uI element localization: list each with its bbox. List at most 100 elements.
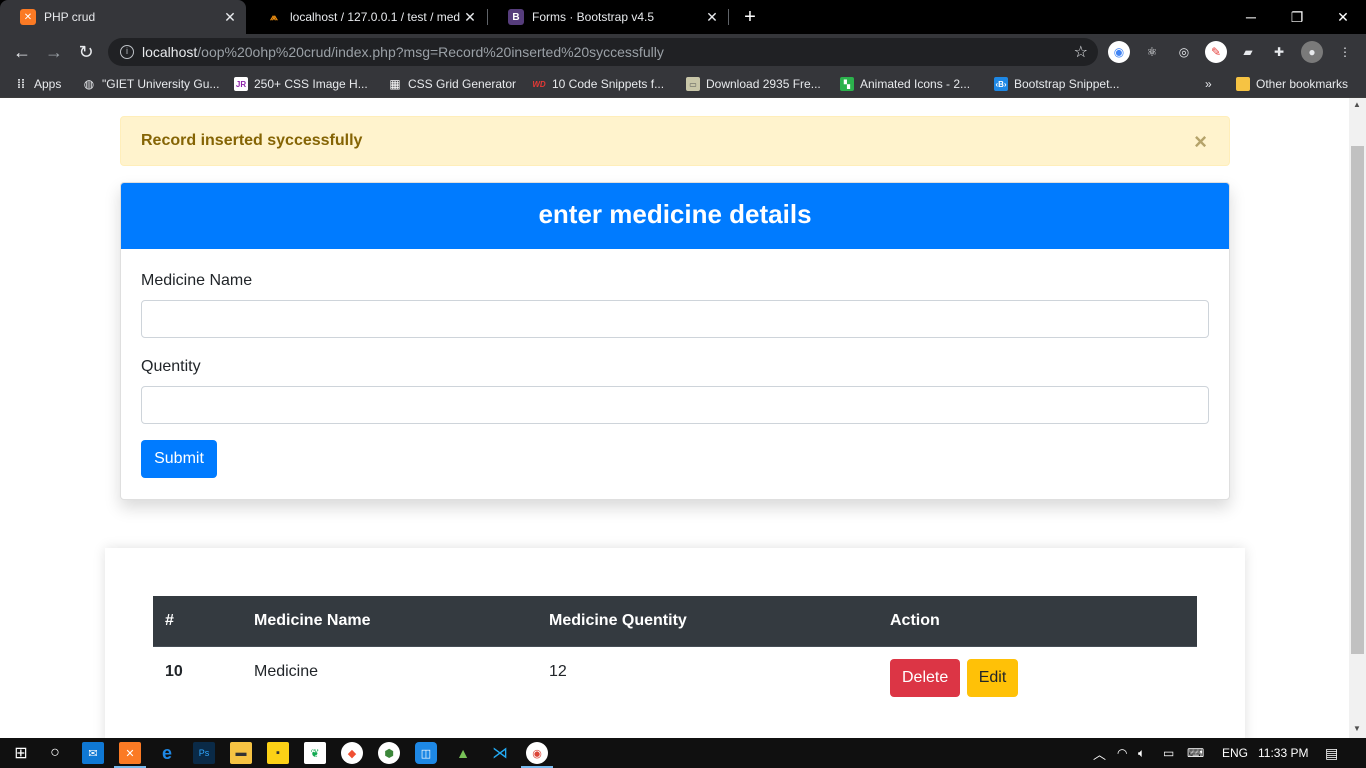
- bookmarks-overflow-button[interactable]: »: [1205, 76, 1212, 92]
- quantity-label: Quentity: [141, 358, 201, 375]
- row-medicine-name: Medicine: [254, 662, 319, 680]
- bookmark-animated-icons[interactable]: ▚ Animated Icons - 2...: [840, 76, 970, 92]
- browser-toolbar: ← → ↻ i localhost/oop%20ohp%20crud/index…: [0, 34, 1366, 70]
- jr-icon: JR: [234, 77, 248, 91]
- url-path: /oop%20ohp%20crud/index.php?msg=Record%2…: [197, 44, 664, 60]
- screen-extension-icon[interactable]: ▰: [1237, 41, 1259, 63]
- browser-tab-strip: ✕ PHP crud ✕ ⩕ localhost / 127.0.0.1 / t…: [0, 0, 1366, 34]
- column-header-quantity: Medicine Quentity: [537, 596, 878, 647]
- tray-chevron-icon[interactable]: ︿: [1093, 738, 1106, 768]
- bookmark-label: Download 2935 Fre...: [706, 77, 821, 91]
- profile-avatar-icon[interactable]: ●: [1301, 41, 1323, 63]
- cortana-icon[interactable]: ○: [44, 742, 66, 764]
- medicine-table-card: # Medicine Name Medicine Quentity Action…: [105, 548, 1245, 738]
- table-header-row: # Medicine Name Medicine Quentity Action: [153, 596, 1197, 647]
- close-icon[interactable]: ✕: [220, 9, 240, 26]
- extension-circle-icon[interactable]: ◉: [1108, 41, 1130, 63]
- back-arrow-icon[interactable]: ←: [10, 40, 34, 64]
- page-viewport: Record inserted syccessfully × enter med…: [0, 98, 1349, 738]
- row-actions: Delete Edit: [878, 646, 1197, 697]
- bookmark-bootstrap-snippets[interactable]: ‹B› Bootstrap Snippet...: [994, 76, 1119, 92]
- tab-php-crud[interactable]: ✕ PHP crud ✕: [0, 0, 246, 34]
- alert-message: Record inserted syccessfully: [141, 132, 363, 149]
- mongodb-icon[interactable]: ❦: [304, 742, 326, 764]
- notifications-icon[interactable]: ▤: [1325, 738, 1338, 768]
- volume-icon[interactable]: 🔈︎: [1138, 738, 1145, 768]
- tab-title: Forms · Bootstrap v4.5: [532, 10, 655, 24]
- battery-icon[interactable]: ▭: [1163, 738, 1174, 768]
- bookmark-label: Bootstrap Snippet...: [1014, 77, 1120, 91]
- medicine-table: # Medicine Name Medicine Quentity Action…: [153, 596, 1197, 697]
- menu-kebab-icon[interactable]: ⋮: [1334, 41, 1356, 63]
- keyboard-icon[interactable]: ⌨: [1187, 738, 1204, 768]
- vscode-icon[interactable]: ⋊: [489, 742, 511, 764]
- edit-button[interactable]: Edit: [966, 658, 1019, 697]
- tab-phpmyadmin[interactable]: ⩕ localhost / 127.0.0.1 / test / medi ✕: [246, 0, 486, 34]
- node-icon[interactable]: ⬢: [378, 742, 400, 764]
- puzzle-extensions-icon[interactable]: ✚: [1268, 41, 1290, 63]
- delete-button[interactable]: Delete: [890, 658, 961, 697]
- react-devtools-icon[interactable]: ⚛: [1141, 41, 1163, 63]
- git-icon[interactable]: ◆: [341, 742, 363, 764]
- scroll-down-arrow-icon[interactable]: ▼: [1353, 724, 1361, 733]
- android-icon[interactable]: ▲: [452, 742, 474, 764]
- bookmark-giet[interactable]: ◍ "GIET University Gu...: [82, 76, 220, 92]
- column-header-name: Medicine Name: [242, 596, 537, 647]
- language-indicator[interactable]: ENG: [1222, 738, 1248, 768]
- bookmark-star-icon[interactable]: ☆: [1074, 42, 1088, 62]
- xampp-icon[interactable]: ✕: [119, 742, 141, 764]
- xd-icon[interactable]: ◫: [415, 742, 437, 764]
- bookmark-code-snippets[interactable]: WD 10 Code Snippets f...: [532, 76, 664, 92]
- target-extension-icon[interactable]: ◎: [1173, 41, 1195, 63]
- forward-arrow-icon[interactable]: →: [42, 40, 66, 64]
- edge-icon[interactable]: e: [156, 742, 178, 764]
- tab-bootstrap-forms[interactable]: B Forms · Bootstrap v4.5 ✕: [488, 0, 728, 34]
- windows-taskbar: ⊞ ○ ✉ ✕ e Ps ▬ ▪ ❦ ◆ ⬢ ◫ ▲ ⋊ ◉ ︿ ◠ 🔈︎ ▭ …: [0, 738, 1366, 768]
- bookmark-css-image-hover[interactable]: JR 250+ CSS Image H...: [234, 76, 368, 92]
- photoshop-icon[interactable]: Ps: [193, 742, 215, 764]
- new-tab-button[interactable]: +: [738, 5, 762, 29]
- column-header-action: Action: [878, 596, 1197, 647]
- submit-button[interactable]: Submit: [141, 440, 217, 478]
- bookmark-css-grid[interactable]: ▦ CSS Grid Generator: [388, 76, 516, 92]
- close-icon[interactable]: ✕: [702, 9, 722, 26]
- restore-icon[interactable]: ❐: [1274, 0, 1320, 34]
- mail-icon[interactable]: ✉: [82, 742, 104, 764]
- wd-icon: WD: [532, 79, 546, 89]
- window-close-icon[interactable]: ✕: [1320, 0, 1366, 34]
- medicine-name-label: Medicine Name: [141, 272, 253, 289]
- bookmark-download[interactable]: ▭ Download 2935 Fre...: [686, 76, 821, 92]
- close-icon[interactable]: ✕: [460, 9, 480, 26]
- address-bar[interactable]: i localhost/oop%20ohp%20crud/index.php?m…: [108, 38, 1098, 66]
- bookmark-other-bookmarks[interactable]: Other bookmarks: [1236, 76, 1348, 92]
- bookmark-label: Animated Icons - 2...: [860, 77, 971, 91]
- row-id: 10: [165, 662, 183, 680]
- xampp-icon: ✕: [20, 9, 36, 25]
- image-icon: ▭: [686, 77, 700, 91]
- scrollbar-thumb[interactable]: [1351, 146, 1364, 654]
- bootstrap-snippet-icon: ‹B›: [994, 77, 1008, 91]
- bookmark-label: 10 Code Snippets f...: [552, 77, 665, 91]
- bookmark-apps[interactable]: ⁞⁞ Apps: [14, 76, 61, 92]
- sticky-notes-icon[interactable]: ▪: [267, 742, 289, 764]
- scroll-up-arrow-icon[interactable]: ▲: [1353, 100, 1361, 109]
- page-scrollbar[interactable]: ▲ ▼: [1349, 98, 1366, 738]
- wifi-icon[interactable]: ◠: [1117, 738, 1127, 768]
- alert-close-icon[interactable]: ×: [1194, 131, 1207, 153]
- medicine-name-input[interactable]: [141, 300, 1209, 338]
- minimize-icon[interactable]: ─: [1228, 0, 1274, 34]
- reload-icon[interactable]: ↻: [74, 40, 98, 64]
- clock[interactable]: 11:33 PM: [1258, 738, 1308, 768]
- column-header-id: #: [153, 596, 242, 647]
- animated-icon: ▚: [840, 77, 854, 91]
- chrome-icon[interactable]: ◉: [526, 742, 548, 764]
- phpmyadmin-icon: ⩕: [270, 11, 278, 23]
- windows-start-icon[interactable]: ⊞: [10, 742, 32, 764]
- table-row: 10 Medicine 12 Delete Edit: [153, 646, 1197, 697]
- color-picker-icon[interactable]: ✎: [1205, 41, 1227, 63]
- info-icon[interactable]: i: [120, 45, 134, 59]
- quantity-input[interactable]: [141, 386, 1209, 424]
- tab-title: localhost / 127.0.0.1 / test / medi: [290, 10, 460, 24]
- file-explorer-icon[interactable]: ▬: [230, 742, 252, 764]
- folder-icon: [1236, 77, 1250, 91]
